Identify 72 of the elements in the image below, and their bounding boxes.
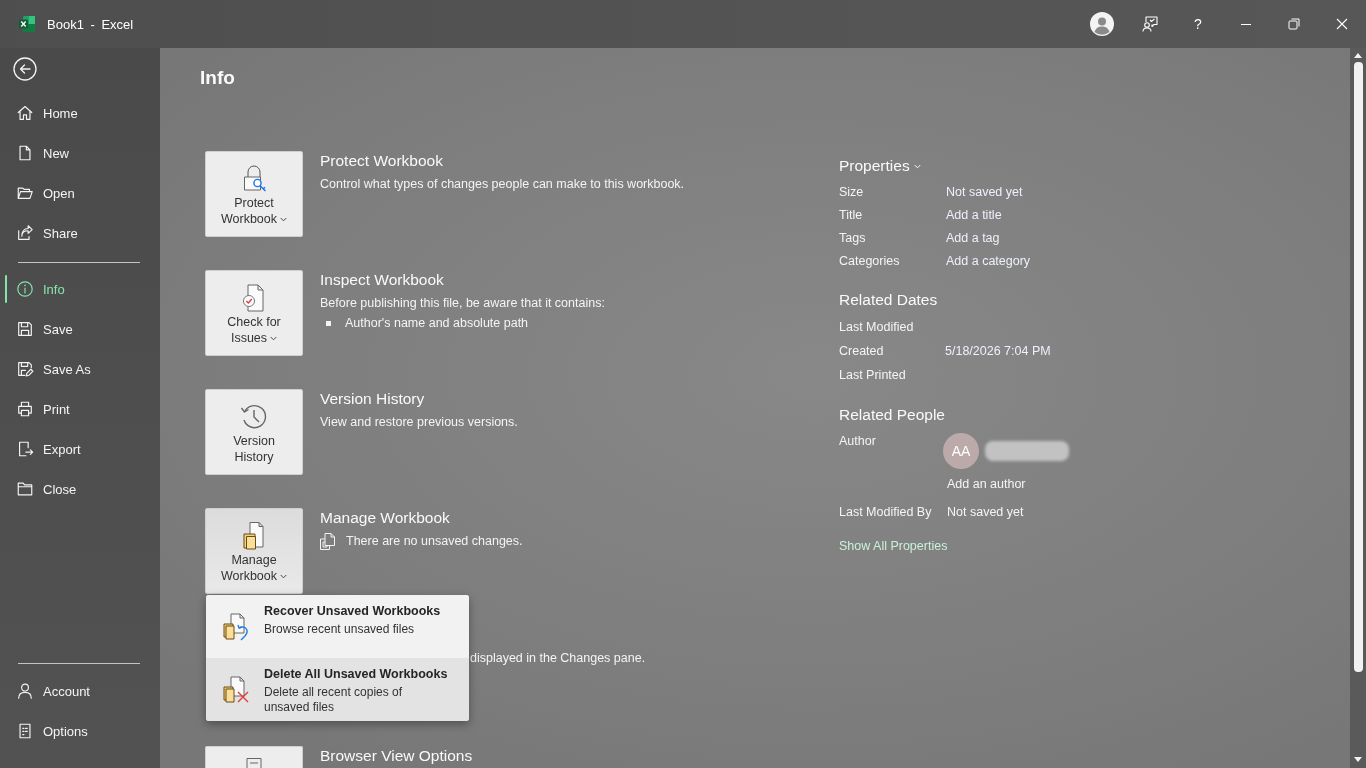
section-title: Browser View Options xyxy=(320,746,473,766)
sidebar-item[interactable]: Options xyxy=(0,711,160,751)
page-title: Info xyxy=(200,66,235,90)
section-title: Protect Workbook xyxy=(320,151,443,171)
sidebar-item[interactable]: Save As xyxy=(0,349,160,389)
section-title: Inspect Workbook xyxy=(320,270,444,290)
section-heading: Related Dates xyxy=(839,290,938,310)
properties-dropdown[interactable]: Properties xyxy=(839,156,921,176)
property-label: Last Modified By xyxy=(839,505,932,519)
open-folder-icon xyxy=(16,184,34,202)
person-speech-icon[interactable] xyxy=(1142,16,1158,32)
property-label: Last Modified xyxy=(839,320,914,334)
sidebar-item[interactable]: Home xyxy=(0,93,160,133)
property-label: Author xyxy=(839,433,876,450)
documents-outline-icon xyxy=(320,532,335,550)
property-value[interactable]: Not saved yet xyxy=(946,184,1023,199)
version-history-button[interactable]: Version History xyxy=(205,389,303,475)
sidebar-item[interactable]: Share xyxy=(0,213,160,253)
property-label: Title xyxy=(839,207,863,222)
printer-icon xyxy=(16,400,34,418)
sidebar-item[interactable]: Save xyxy=(0,309,160,349)
folder-icon xyxy=(16,480,34,498)
user-avatar-icon[interactable] xyxy=(1090,12,1114,36)
property-label: Categories xyxy=(839,253,900,268)
section-title: Manage Workbook xyxy=(320,508,450,528)
person-icon xyxy=(16,682,34,700)
restore-icon[interactable] xyxy=(1286,16,1302,32)
scroll-thumb[interactable] xyxy=(1353,62,1363,672)
bullet-text: Author's name and absolute path xyxy=(345,316,529,330)
property-label: Tags xyxy=(839,230,866,245)
scroll-up-arrow-icon[interactable] xyxy=(1354,53,1362,58)
window-title: Book1 - Excel xyxy=(47,16,134,32)
sidebar-item[interactable]: New xyxy=(0,133,160,173)
floppy-pencil-icon xyxy=(16,360,34,378)
protect-workbook-button[interactable]: Protect Workbook xyxy=(205,151,303,237)
sidebar-item[interactable]: Print xyxy=(0,389,160,429)
spreadsheet-logo-icon xyxy=(18,15,36,33)
sidebar-item[interactable]: Info xyxy=(0,269,160,309)
section-description: Control what types of changes people can make to this workbook. xyxy=(320,176,685,193)
property-value: Not saved yet xyxy=(947,505,1024,519)
sidebar-item[interactable]: Open xyxy=(0,173,160,213)
close-icon[interactable] xyxy=(1334,16,1350,32)
sidebar-item[interactable]: Close xyxy=(0,469,160,509)
section-description: displayed in the Changes pane. xyxy=(470,650,646,667)
sidebar-item[interactable]: Account xyxy=(0,671,160,711)
info-icon xyxy=(16,280,34,298)
menu-item[interactable]: Recover Unsaved Workbooks Browse recent unsaved files xyxy=(206,595,469,658)
section-description: Before publishing this file, be aware that it contains: xyxy=(320,295,605,312)
sidebar-item[interactable]: Export xyxy=(0,429,160,469)
menu-item[interactable]: Delete All Unsaved Workbooks Delete all recent copies of unsaved files xyxy=(206,658,469,721)
check-issues-button[interactable]: Check for Issues xyxy=(205,270,303,356)
document-icon xyxy=(16,144,34,162)
caret-icon xyxy=(913,163,921,169)
scrollbar[interactable] xyxy=(1350,48,1366,768)
document-arrow-icon xyxy=(16,440,34,458)
add-author-link[interactable]: Add an author xyxy=(947,475,1026,493)
property-label: Created xyxy=(839,344,884,358)
bullet-icon xyxy=(326,320,331,326)
property-label: Last Printed xyxy=(839,368,906,382)
list-document-icon xyxy=(16,722,34,740)
help-button[interactable]: ? xyxy=(1174,0,1222,48)
manage-workbook-button[interactable]: Manage Workbook xyxy=(205,508,303,594)
section-description: View and restore previous versions. xyxy=(320,414,518,431)
section-heading: Related People xyxy=(839,405,945,425)
property-value: 5/18/2026 7:04 PM xyxy=(945,344,1051,358)
scroll-down-arrow-icon[interactable] xyxy=(1354,757,1362,762)
status-text: There are no unsaved changes. xyxy=(346,533,523,550)
share-arrow-icon xyxy=(16,224,34,242)
section-title: Version History xyxy=(320,389,425,409)
property-label: Size xyxy=(839,184,864,199)
home-icon xyxy=(16,104,34,122)
author-initials-avatar: AA xyxy=(943,433,979,469)
